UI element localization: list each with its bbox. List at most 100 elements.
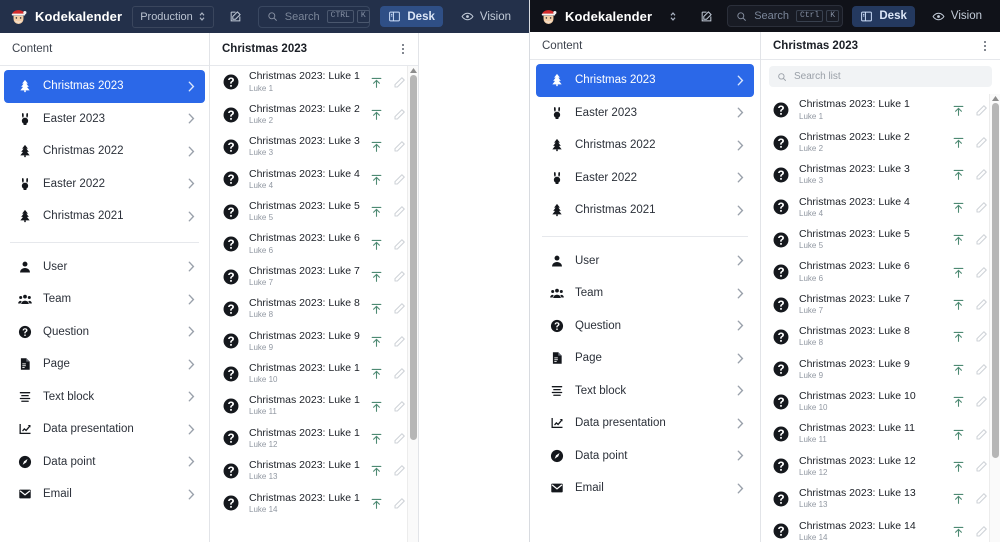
list-item[interactable]: Christmas 2023: Luke 11 Luke 11 <box>210 390 418 422</box>
list-item[interactable]: Christmas 2023: Luke 13 Luke 13 <box>210 455 418 487</box>
publish-up-icon[interactable] <box>370 238 383 251</box>
sidebar-item-data-presentation[interactable]: Data presentation <box>4 413 205 446</box>
list-item[interactable]: Christmas 2023: Luke 2 Luke 2 <box>761 126 1000 158</box>
pencil-icon[interactable] <box>975 201 988 214</box>
list-item[interactable]: Christmas 2023: Luke 11 Luke 11 <box>761 418 1000 450</box>
sidebar-item-easter-2022[interactable]: Easter 2022 <box>4 168 205 201</box>
pencil-icon[interactable] <box>393 76 406 89</box>
list-item[interactable]: Christmas 2023: Luke 6 Luke 6 <box>761 256 1000 288</box>
list-item[interactable]: Christmas 2023: Luke 10 Luke 10 <box>210 358 418 390</box>
more-vertical-icon[interactable] <box>400 40 406 58</box>
sidebar-item-user[interactable]: User <box>536 245 754 278</box>
list-item[interactable]: Christmas 2023: Luke 6 Luke 6 <box>210 228 418 260</box>
pencil-icon[interactable] <box>393 270 406 283</box>
pencil-icon[interactable] <box>393 497 406 510</box>
publish-up-icon[interactable] <box>370 497 383 510</box>
dataset-selector-compact[interactable] <box>661 5 685 27</box>
pencil-icon[interactable] <box>393 238 406 251</box>
publish-up-icon[interactable] <box>952 266 965 279</box>
publish-up-icon[interactable] <box>370 76 383 89</box>
nav-tab-vision[interactable]: Vision <box>453 6 519 27</box>
list-item[interactable]: Christmas 2023: Luke 8 Luke 8 <box>210 293 418 325</box>
list-item[interactable]: Christmas 2023: Luke 5 Luke 5 <box>210 196 418 228</box>
sidebar-item-christmas-2022[interactable]: Christmas 2022 <box>4 135 205 168</box>
publish-up-icon[interactable] <box>370 108 383 121</box>
list-item[interactable]: Christmas 2023: Luke 4 Luke 4 <box>210 163 418 195</box>
list-item[interactable]: Christmas 2023: Luke 12 Luke 12 <box>761 450 1000 482</box>
dataset-selector[interactable]: Production <box>132 5 214 28</box>
list-item[interactable]: Christmas 2023: Luke 1 Luke 1 <box>761 94 1000 126</box>
publish-up-icon[interactable] <box>952 136 965 149</box>
pencil-icon[interactable] <box>975 395 988 408</box>
publish-up-icon[interactable] <box>952 201 965 214</box>
brand[interactable]: Kodekalender <box>10 8 122 25</box>
list-item[interactable]: Christmas 2023: Luke 4 Luke 4 <box>761 191 1000 223</box>
sidebar-item-christmas-2023[interactable]: Christmas 2023 <box>4 70 205 103</box>
publish-up-icon[interactable] <box>370 140 383 153</box>
pencil-icon[interactable] <box>393 140 406 153</box>
publish-up-icon[interactable] <box>952 233 965 246</box>
document-search-input[interactable]: Search list <box>769 66 992 87</box>
publish-up-icon[interactable] <box>370 400 383 413</box>
publish-up-icon[interactable] <box>370 270 383 283</box>
publish-up-icon[interactable] <box>952 395 965 408</box>
publish-up-icon[interactable] <box>952 298 965 311</box>
scroll-up-arrow-icon[interactable] <box>990 96 1000 101</box>
pencil-icon[interactable] <box>393 173 406 186</box>
nav-tab-desk[interactable]: Desk <box>380 6 443 27</box>
publish-up-icon[interactable] <box>952 330 965 343</box>
nav-tab-desk[interactable]: Desk <box>852 5 915 27</box>
pencil-icon[interactable] <box>393 367 406 380</box>
sidebar-item-christmas-2021[interactable]: Christmas 2021 <box>536 194 754 227</box>
pencil-icon[interactable] <box>393 108 406 121</box>
publish-up-icon[interactable] <box>952 460 965 473</box>
more-vertical-icon[interactable] <box>982 37 988 55</box>
list-item[interactable]: Christmas 2023: Luke 8 Luke 8 <box>761 321 1000 353</box>
pencil-icon[interactable] <box>975 168 988 181</box>
publish-up-icon[interactable] <box>952 104 965 117</box>
publish-up-icon[interactable] <box>370 205 383 218</box>
brand-dark[interactable]: Kodekalender <box>540 8 652 25</box>
compose-icon[interactable] <box>224 6 248 28</box>
publish-up-icon[interactable] <box>370 335 383 348</box>
list-item[interactable]: Christmas 2023: Luke 3 Luke 3 <box>210 131 418 163</box>
list-item[interactable]: Christmas 2023: Luke 14 Luke 14 <box>210 487 418 519</box>
sidebar-item-christmas-2022[interactable]: Christmas 2022 <box>536 129 754 162</box>
search-input[interactable]: Search CTRL K <box>257 5 371 28</box>
sidebar-item-email[interactable]: Email <box>4 478 205 511</box>
list-item[interactable]: Christmas 2023: Luke 3 Luke 3 <box>761 159 1000 191</box>
pencil-icon[interactable] <box>975 298 988 311</box>
sidebar-item-data-presentation[interactable]: Data presentation <box>536 407 754 440</box>
sidebar-item-team[interactable]: Team <box>4 283 205 316</box>
sidebar-item-text-block[interactable]: Text block <box>4 381 205 414</box>
pencil-icon[interactable] <box>393 302 406 315</box>
list-item[interactable]: Christmas 2023: Luke 5 Luke 5 <box>761 224 1000 256</box>
sidebar-item-text-block[interactable]: Text block <box>536 375 754 408</box>
sidebar-item-question[interactable]: Question <box>4 316 205 349</box>
compose-icon[interactable] <box>694 5 718 27</box>
pencil-icon[interactable] <box>975 492 988 505</box>
sidebar-item-easter-2023[interactable]: Easter 2023 <box>4 103 205 136</box>
pencil-icon[interactable] <box>975 363 988 376</box>
pencil-icon[interactable] <box>975 330 988 343</box>
sidebar-item-christmas-2023[interactable]: Christmas 2023 <box>536 64 754 97</box>
sidebar-item-christmas-2021[interactable]: Christmas 2021 <box>4 200 205 233</box>
pencil-icon[interactable] <box>975 233 988 246</box>
pencil-icon[interactable] <box>975 428 988 441</box>
publish-up-icon[interactable] <box>370 464 383 477</box>
list-item[interactable]: Christmas 2023: Luke 1 Luke 1 <box>210 66 418 98</box>
sidebar-item-easter-2023[interactable]: Easter 2023 <box>536 97 754 130</box>
publish-up-icon[interactable] <box>370 367 383 380</box>
list-item[interactable]: Christmas 2023: Luke 12 Luke 12 <box>210 422 418 454</box>
pencil-icon[interactable] <box>975 266 988 279</box>
sidebar-item-page[interactable]: Page <box>4 348 205 381</box>
search-input[interactable]: Search Ctrl K <box>727 5 844 27</box>
nav-tab-vision[interactable]: Vision <box>924 6 990 27</box>
publish-up-icon[interactable] <box>952 168 965 181</box>
list-item[interactable]: Christmas 2023: Luke 10 Luke 10 <box>761 386 1000 418</box>
pencil-icon[interactable] <box>393 205 406 218</box>
sidebar-item-question[interactable]: Question <box>536 310 754 343</box>
list-item[interactable]: Christmas 2023: Luke 2 Luke 2 <box>210 98 418 130</box>
publish-up-icon[interactable] <box>370 432 383 445</box>
pencil-icon[interactable] <box>975 104 988 117</box>
